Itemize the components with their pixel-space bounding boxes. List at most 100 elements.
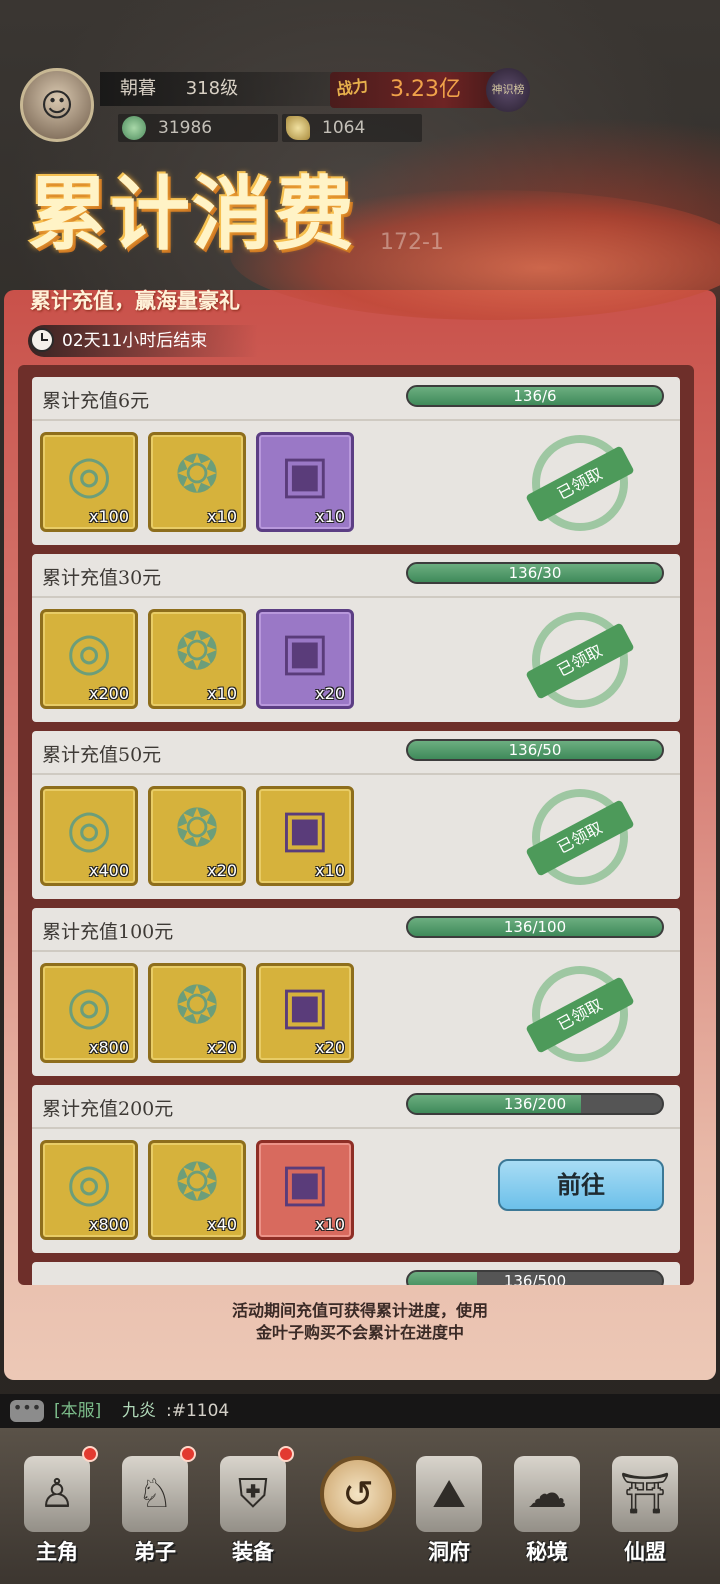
- claimed-label: 已领取: [525, 976, 635, 1054]
- reward-item[interactable]: ▣ x10: [256, 432, 354, 532]
- player-name-bar: 朝暮 318级: [100, 72, 340, 106]
- treasure-chest-icon: ▣: [280, 445, 330, 505]
- reward-tier-card: 136/500: [32, 1262, 680, 1285]
- nav-label: 主角: [36, 1539, 78, 1564]
- reward-tier-card: 累计充值100元 136/100 ◎ x800 ❂ x20 ▣ x20 已领取: [32, 908, 680, 1076]
- reward-tier-card: 累计充值6元 136/6 ◎ x100 ❂ x10 ▣ x10 已领取: [32, 377, 680, 545]
- notification-dot: [82, 1446, 98, 1462]
- nav-item-hero[interactable]: ♙ 主角: [14, 1446, 100, 1576]
- reward-count: x10: [207, 684, 237, 703]
- event-title: 累计消费: [28, 167, 356, 261]
- reward-count: x40: [207, 1215, 237, 1234]
- reward-count: x200: [88, 684, 129, 703]
- nav-item-disciple[interactable]: ♘ 弟子: [112, 1446, 198, 1576]
- reward-item[interactable]: ❂ x20: [148, 963, 246, 1063]
- tier-progress-bar: 136/500: [406, 1270, 664, 1285]
- claimed-label: 已领取: [525, 622, 635, 700]
- player-name: 朝暮: [120, 78, 156, 99]
- tier-header: 累计充值100元 136/100: [32, 908, 680, 952]
- player-level: 318级: [185, 78, 239, 99]
- reward-item[interactable]: ◎ x800: [40, 1140, 138, 1240]
- background-code: 172-1: [380, 230, 444, 255]
- hero-icon: ♙: [24, 1456, 90, 1532]
- jade-pouch-icon: ❂: [175, 976, 219, 1036]
- tier-title: 累计充值200元: [42, 1098, 174, 1120]
- guild-icon: ⛩: [612, 1456, 678, 1532]
- nav-item-equipment[interactable]: ⛨ 装备: [210, 1446, 296, 1576]
- clock-icon: [30, 328, 54, 352]
- notification-dot: [180, 1446, 196, 1462]
- tier-header: 136/500: [32, 1262, 680, 1285]
- jade-ring-icon: ◎: [66, 445, 112, 505]
- nav-item-guild[interactable]: ⛩ 仙盟: [602, 1446, 688, 1576]
- nav-label: 秘境: [526, 1539, 568, 1564]
- reward-count: x100: [88, 507, 129, 526]
- nav-label: 弟子: [134, 1539, 176, 1564]
- reward-count: x800: [88, 1215, 129, 1234]
- tier-progress-bar: 136/100: [406, 916, 664, 938]
- reward-count: x20: [315, 1038, 345, 1057]
- tier-progress-text: 136/100: [503, 918, 567, 936]
- reward-count: x800: [88, 1038, 129, 1057]
- reward-item[interactable]: ▣ x20: [256, 963, 354, 1063]
- reward-count: x10: [315, 1215, 345, 1234]
- notification-dot: [278, 1446, 294, 1462]
- tier-title: 累计充值50元: [42, 744, 162, 766]
- reward-item[interactable]: ❂ x10: [148, 609, 246, 709]
- reward-count: x10: [207, 507, 237, 526]
- reward-item[interactable]: ❂ x40: [148, 1140, 246, 1240]
- tier-progress-text: 136/30: [508, 564, 562, 582]
- reward-item[interactable]: ◎ x100: [40, 432, 138, 532]
- timer-text: 02天11小时后结束: [62, 331, 208, 351]
- tier-progress-text: 136/6: [513, 387, 557, 405]
- tier-header: 累计充值50元 136/50: [32, 731, 680, 775]
- ranking-badge-icon[interactable]: 神识榜: [486, 68, 530, 112]
- reward-item[interactable]: ❂ x20: [148, 786, 246, 886]
- reward-tier-card: 累计充值50元 136/50 ◎ x400 ❂ x20 ▣ x10 已领取: [32, 731, 680, 899]
- reward-count: x20: [207, 861, 237, 880]
- tier-progress-text: 136/50: [508, 741, 562, 759]
- claimed-stamp: 已领取: [525, 966, 635, 1062]
- reward-item[interactable]: ▣ x20: [256, 609, 354, 709]
- tier-header: 累计充值30元 136/30: [32, 554, 680, 598]
- power-value: 3.23亿: [390, 77, 461, 102]
- reward-item[interactable]: ◎ x200: [40, 609, 138, 709]
- treasure-chest-icon: ▣: [280, 1153, 330, 1213]
- claimed-stamp: 已领取: [525, 789, 635, 885]
- tier-title: 累计充值6元: [42, 390, 150, 412]
- nav-label: 仙盟: [624, 1539, 666, 1564]
- tier-title: 累计充值30元: [42, 567, 162, 589]
- nav-label: 装备: [232, 1539, 274, 1564]
- return-button[interactable]: ↺: [320, 1456, 396, 1532]
- reward-list[interactable]: 累计充值6元 136/6 ◎ x100 ❂ x10 ▣ x10 已领取 累计充值30元 136/30…: [18, 365, 694, 1285]
- reward-item[interactable]: ▣ x10: [256, 786, 354, 886]
- reward-count: x400: [88, 861, 129, 880]
- nav-item-cave[interactable]: ⛰ 洞府: [406, 1446, 492, 1576]
- tier-title: 累计充值100元: [42, 921, 174, 943]
- reward-count: x10: [315, 861, 345, 880]
- reward-item[interactable]: ❂ x10: [148, 432, 246, 532]
- reward-item[interactable]: ◎ x400: [40, 786, 138, 886]
- chat-bar[interactable]: ••• [本服] 九炎 :#1104: [0, 1394, 720, 1428]
- jade-pouch-icon: ❂: [175, 1153, 219, 1213]
- nav-item-secret-realm[interactable]: ☁ 秘境: [504, 1446, 590, 1576]
- disciple-icon: ♘: [122, 1456, 188, 1532]
- jade-ring-icon: ◎: [66, 622, 112, 682]
- chat-bubble-icon[interactable]: •••: [10, 1400, 44, 1422]
- claimed-stamp: 已领取: [525, 435, 635, 531]
- chat-user: 九炎: [122, 1401, 156, 1421]
- reward-item[interactable]: ◎ x800: [40, 963, 138, 1063]
- reward-item[interactable]: ▣ x10: [256, 1140, 354, 1240]
- goto-button[interactable]: 前往: [498, 1159, 664, 1211]
- tier-header: 累计充值6元 136/6: [32, 377, 680, 421]
- note-line-1: 活动期间充值可获得累计进度，使用: [231, 1301, 488, 1320]
- ranking-badge-label: 神识榜: [491, 83, 525, 96]
- event-header: 172-1 累计消费 累计充值，赢海量豪礼: [0, 130, 720, 330]
- treasure-chest-icon: ▣: [280, 976, 330, 1036]
- equipment-icon: ⛨: [220, 1456, 286, 1532]
- chat-message: :#1104: [166, 1401, 230, 1421]
- reward-count: x20: [315, 684, 345, 703]
- jade-pouch-icon: ❂: [175, 445, 219, 505]
- jade-ring-icon: ◎: [66, 976, 112, 1036]
- tier-header: 累计充值200元 136/200: [32, 1085, 680, 1129]
